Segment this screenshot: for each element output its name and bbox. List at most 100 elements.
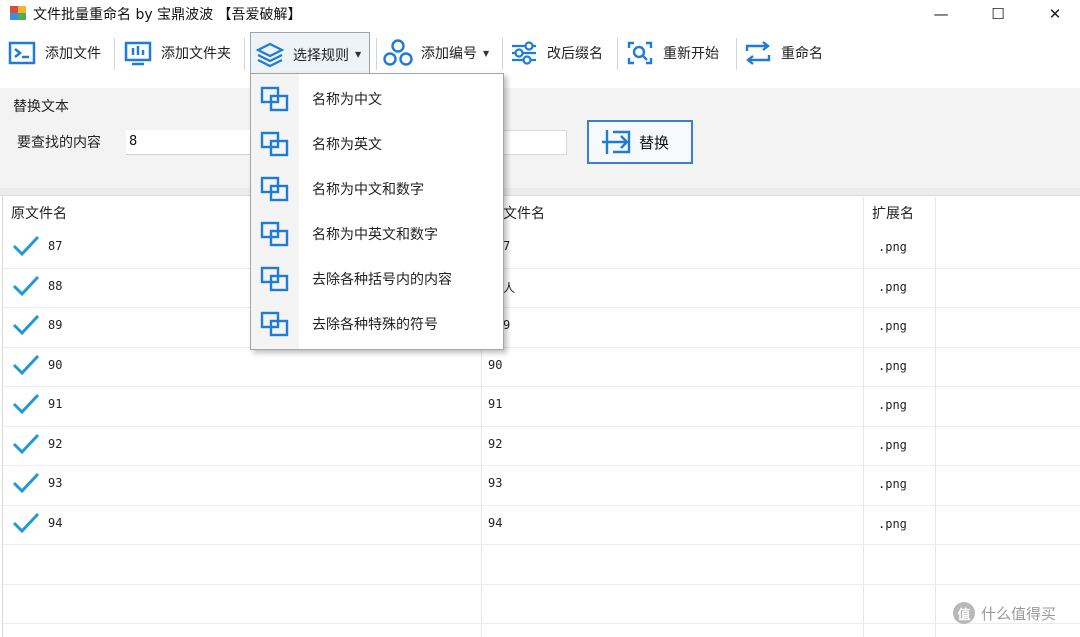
- menu-item-label: 去除各种特殊的符号: [312, 316, 438, 333]
- app-icon: [9, 5, 27, 21]
- original-name-cell: 87: [48, 239, 63, 253]
- check-icon[interactable]: [11, 432, 41, 458]
- restart-button[interactable]: 重新开始: [623, 34, 719, 72]
- add-file-button[interactable]: 添加文件: [5, 34, 101, 72]
- original-name-cell: 92: [48, 436, 63, 451]
- copy-icon: [260, 175, 290, 203]
- panel-divider: [0, 188, 1080, 196]
- check-icon[interactable]: [11, 234, 41, 260]
- rule-dropdown-menu: 名称为中文名称为英文名称为中文和数字名称为中英文和数字去除各种括号内的内容 去除各…: [250, 73, 504, 350]
- add-file-label: 添加文件: [45, 46, 101, 62]
- row-divider: [3, 623, 1080, 624]
- menu-item-label: 去除各种括号内的内容: [312, 271, 452, 288]
- row-divider: [3, 267, 1080, 269]
- change-extension-button[interactable]: 改后缀名: [507, 34, 603, 72]
- check-icon[interactable]: [11, 511, 41, 537]
- new-name-cell: 90: [488, 357, 503, 372]
- restart-label: 重新开始: [663, 46, 719, 62]
- watermark-text: 什么值得买: [981, 604, 1057, 623]
- new-name-cell: 91: [488, 397, 503, 411]
- copy-icon: [260, 220, 290, 248]
- window-title: 文件批量重命名 by 宝鼎波波 【吾爱破解】: [33, 7, 302, 23]
- rename-button[interactable]: 重命名: [741, 34, 823, 72]
- check-icon[interactable]: [11, 392, 41, 418]
- chevron-down-icon: ▼: [355, 50, 362, 59]
- copy-icon: [260, 310, 290, 338]
- original-name-cell: 88: [48, 278, 63, 293]
- original-name-cell: 89: [48, 318, 63, 332]
- new-name-cell: 人: [503, 280, 516, 295]
- add-folder-icon: [121, 38, 155, 68]
- original-name-cell: 94: [48, 515, 63, 530]
- extension-cell: .png: [878, 240, 907, 254]
- watermark-badge: 值: [953, 602, 975, 624]
- toolbar-divider: [617, 38, 618, 70]
- toolbar-divider: [502, 38, 503, 70]
- add-number-button[interactable]: 添加编号 ▼: [381, 34, 489, 72]
- maximize-button[interactable]: ☐: [975, 0, 1021, 27]
- new-name-cell: 93: [488, 476, 503, 490]
- menu-item-label: 名称为中文和数字: [312, 181, 424, 198]
- menu-item[interactable]: 名称为中英文和数字: [251, 211, 503, 256]
- add-folder-label: 添加文件夹: [161, 46, 231, 62]
- check-icon[interactable]: [11, 353, 41, 379]
- column-divider: [863, 197, 864, 637]
- original-name-cell: 90: [48, 357, 63, 372]
- sliders-icon: [507, 38, 541, 68]
- layers-icon: [253, 40, 287, 70]
- extension-cell: .png: [878, 437, 907, 452]
- row-divider: [3, 504, 1080, 506]
- toolbar-divider: [244, 38, 245, 70]
- new-name-cell: 92: [488, 436, 503, 451]
- row-divider: [3, 583, 1080, 585]
- extension-cell: .png: [878, 477, 907, 491]
- menu-item[interactable]: 名称为中文: [251, 76, 503, 121]
- swap-arrows-icon: [741, 38, 775, 68]
- toolbar-divider: [376, 38, 377, 70]
- toolbar: 添加文件 添加文件夹 选择规则 ▼ 添加编号 ▼ 改后缀名 重新开始 重命名: [0, 30, 1080, 76]
- column-header-new-name[interactable]: 文件名: [503, 197, 863, 229]
- extension-cell: .png: [878, 319, 907, 333]
- search-frame-icon: [623, 38, 657, 68]
- menu-item[interactable]: 去除各种括号内的内容: [251, 256, 503, 301]
- title-bar: 文件批量重命名 by 宝鼎波波 【吾爱破解】 — ☐ ✕: [0, 0, 1080, 27]
- row-divider: [3, 465, 1080, 466]
- select-rule-button[interactable]: 选择规则 ▼: [250, 32, 370, 76]
- new-name-cell: 9: [503, 318, 511, 332]
- new-name-cell: 94: [488, 515, 503, 530]
- menu-item[interactable]: 名称为英文: [251, 121, 503, 166]
- check-icon[interactable]: [11, 313, 41, 339]
- add-file-icon: [5, 38, 39, 68]
- new-name-cell: 7: [503, 239, 511, 253]
- change-extension-label: 改后缀名: [547, 46, 603, 62]
- find-label: 要查找的内容: [17, 135, 101, 151]
- add-folder-button[interactable]: 添加文件夹: [121, 34, 231, 72]
- row-divider: [3, 307, 1080, 308]
- replace-button-label: 替换: [639, 133, 670, 152]
- row-divider: [3, 386, 1080, 387]
- watermark: 值 什么值得买: [953, 602, 1056, 624]
- column-header-extension[interactable]: 扩展名: [864, 197, 936, 229]
- menu-item[interactable]: 名称为中文和数字: [251, 166, 503, 211]
- find-input[interactable]: 8: [126, 130, 250, 155]
- check-icon[interactable]: [11, 471, 41, 497]
- copy-icon: [260, 130, 290, 158]
- close-button[interactable]: ✕: [1032, 0, 1078, 27]
- copy-icon: [260, 265, 290, 293]
- check-icon[interactable]: [11, 274, 41, 300]
- menu-item-label: 名称为英文: [312, 136, 382, 153]
- column-divider: [935, 197, 936, 637]
- add-number-label: 添加编号: [421, 46, 477, 62]
- original-name-cell: 93: [48, 476, 63, 490]
- row-divider: [3, 544, 1080, 545]
- toolbar-divider: [736, 38, 737, 70]
- extension-cell: .png: [878, 279, 907, 294]
- file-table: 原文件名 文件名 扩展名 87 7 .png 88 人 .png 89 9 .png 90 90 .p…: [2, 197, 1080, 637]
- replace-input[interactable]: [500, 130, 567, 155]
- chevron-down-icon: ▼: [483, 48, 490, 58]
- menu-item[interactable]: 去除各种特殊的符号: [251, 301, 503, 346]
- replace-button[interactable]: 替换: [587, 120, 693, 164]
- minimize-button[interactable]: —: [918, 0, 964, 27]
- extension-cell: .png: [878, 516, 907, 531]
- row-divider: [3, 425, 1080, 427]
